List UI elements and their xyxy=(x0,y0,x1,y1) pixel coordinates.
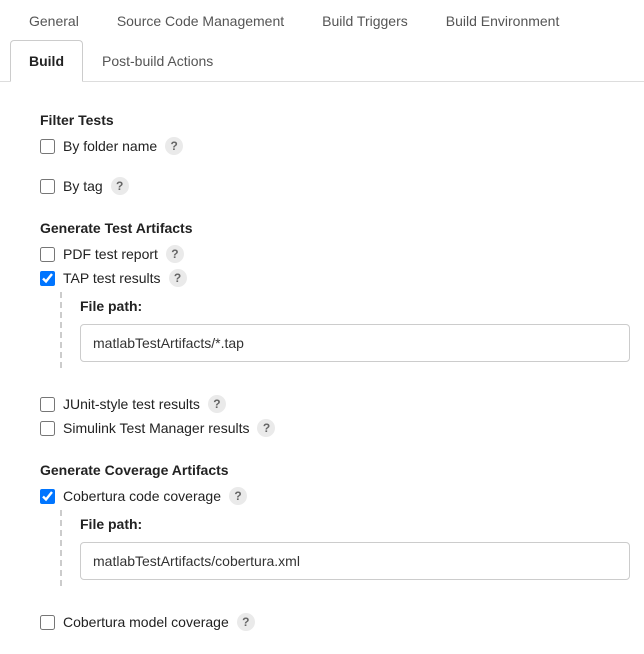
tap-file-path-group: File path: xyxy=(60,292,634,368)
by-folder-checkbox[interactable] xyxy=(40,139,55,154)
pdf-report-checkbox[interactable] xyxy=(40,247,55,262)
tab-bar: General Source Code Management Build Tri… xyxy=(0,0,644,82)
help-icon[interactable]: ? xyxy=(237,613,255,631)
tap-results-checkbox[interactable] xyxy=(40,271,55,286)
help-icon[interactable]: ? xyxy=(257,419,275,437)
junit-results-label[interactable]: JUnit-style test results xyxy=(63,396,200,412)
tab-general[interactable]: General xyxy=(10,0,98,41)
by-folder-row: By folder name ? xyxy=(40,134,634,158)
tap-results-row: TAP test results ? xyxy=(40,266,634,290)
tap-results-label[interactable]: TAP test results xyxy=(63,270,161,286)
help-icon[interactable]: ? xyxy=(169,269,187,287)
help-icon[interactable]: ? xyxy=(165,137,183,155)
tap-file-path-label: File path: xyxy=(80,298,634,314)
simulink-results-checkbox[interactable] xyxy=(40,421,55,436)
junit-results-row: JUnit-style test results ? xyxy=(40,392,634,416)
simulink-results-label[interactable]: Simulink Test Manager results xyxy=(63,420,249,436)
tab-env[interactable]: Build Environment xyxy=(427,0,579,41)
pdf-report-row: PDF test report ? xyxy=(40,242,634,266)
help-icon[interactable]: ? xyxy=(208,395,226,413)
cobertura-file-path-label: File path: xyxy=(80,516,634,532)
cobertura-code-label[interactable]: Cobertura code coverage xyxy=(63,488,221,504)
pdf-report-label[interactable]: PDF test report xyxy=(63,246,158,262)
cobertura-model-checkbox[interactable] xyxy=(40,615,55,630)
cobertura-file-path-input[interactable] xyxy=(80,542,630,580)
cobertura-model-row: Cobertura model coverage ? xyxy=(40,610,634,634)
help-icon[interactable]: ? xyxy=(111,177,129,195)
cobertura-code-row: Cobertura code coverage ? xyxy=(40,484,634,508)
by-tag-checkbox[interactable] xyxy=(40,179,55,194)
cobertura-file-path-group: File path: xyxy=(60,510,634,586)
tab-scm[interactable]: Source Code Management xyxy=(98,0,303,41)
help-icon[interactable]: ? xyxy=(229,487,247,505)
by-folder-label[interactable]: By folder name xyxy=(63,138,157,154)
build-config-panel: Filter Tests By folder name ? By tag ? G… xyxy=(0,82,644,654)
simulink-results-row: Simulink Test Manager results ? xyxy=(40,416,634,440)
tab-post[interactable]: Post-build Actions xyxy=(83,40,232,82)
by-tag-row: By tag ? xyxy=(40,174,634,198)
junit-results-checkbox[interactable] xyxy=(40,397,55,412)
tab-build[interactable]: Build xyxy=(10,40,83,82)
cobertura-code-checkbox[interactable] xyxy=(40,489,55,504)
help-icon[interactable]: ? xyxy=(166,245,184,263)
by-tag-label[interactable]: By tag xyxy=(63,178,103,194)
tab-triggers[interactable]: Build Triggers xyxy=(303,0,427,41)
filter-tests-heading: Filter Tests xyxy=(40,112,634,128)
cobertura-model-label[interactable]: Cobertura model coverage xyxy=(63,614,229,630)
generate-test-artifacts-heading: Generate Test Artifacts xyxy=(40,220,634,236)
generate-coverage-artifacts-heading: Generate Coverage Artifacts xyxy=(40,462,634,478)
tap-file-path-input[interactable] xyxy=(80,324,630,362)
